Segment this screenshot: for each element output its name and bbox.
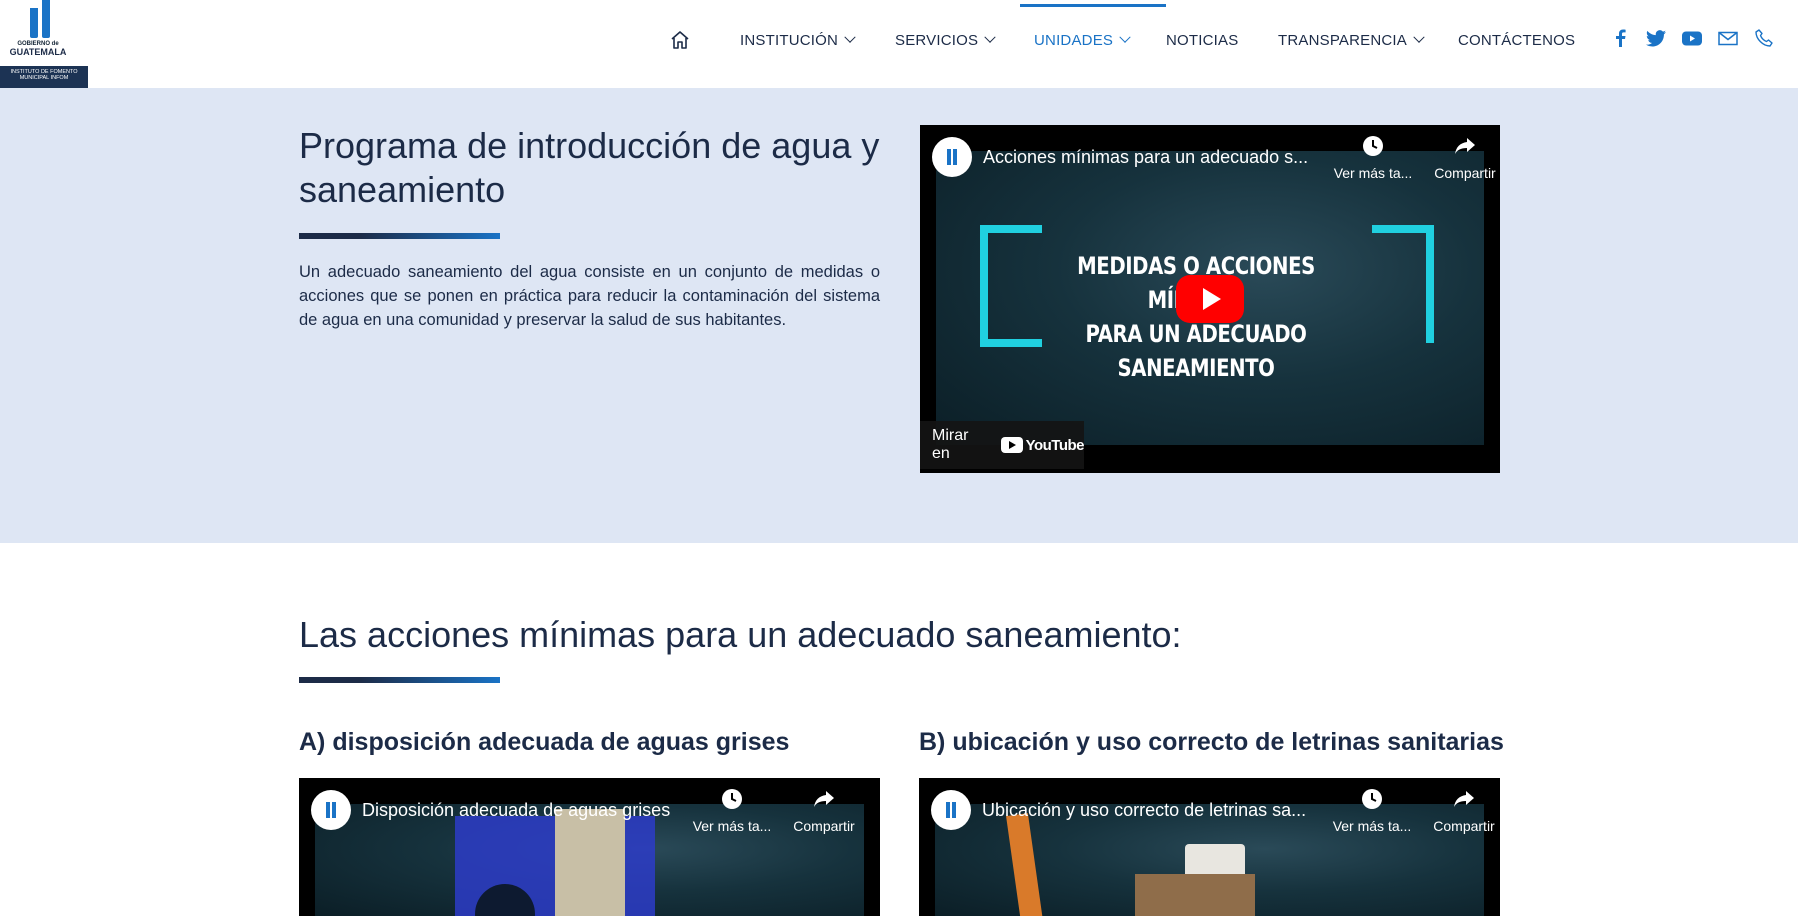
nav-item-transparencia[interactable]: TRANSPARENCIA	[1278, 0, 1458, 80]
nav-label: UNIDADES	[1034, 31, 1114, 49]
video-player-main[interactable]: MEDIDAS O ACCIONES MÍNIMAS PARA UN ADECU…	[920, 125, 1500, 473]
logo-mark: GOBIERNO de GUATEMALA	[0, 0, 88, 66]
share-label: Compartir	[1433, 818, 1495, 834]
channel-avatar[interactable]	[932, 137, 972, 177]
site-logo[interactable]: GOBIERNO de GUATEMALA INSTITUTO DE FOMEN…	[0, 0, 88, 88]
video-title[interactable]: Acciones mínimas para un adecuado s...	[983, 147, 1308, 168]
nav-item-institucion[interactable]: INSTITUCIÓN	[740, 0, 895, 80]
nav-label: NOTICIAS	[1166, 31, 1239, 49]
chevron-down-icon	[1119, 31, 1131, 43]
watch-later-button[interactable]: Ver más ta...	[1328, 135, 1418, 181]
nav-item-servicios[interactable]: SERVICIOS	[895, 0, 1034, 80]
facebook-icon[interactable]	[1610, 28, 1630, 48]
section-title: Las acciones mínimas para un adecuado sa…	[299, 614, 1182, 655]
logo-bars-icon	[28, 0, 52, 38]
share-icon	[1454, 791, 1474, 807]
logo-line2: GUATEMALA	[9, 47, 67, 57]
twitter-icon[interactable]	[1646, 28, 1666, 48]
thumbnail-pillar	[555, 809, 625, 916]
share-button[interactable]: Compartir	[1420, 135, 1500, 181]
share-label: Compartir	[1434, 165, 1496, 181]
frame-text-line2: PARA UN ADECUADO SANEAMIENTO	[1085, 320, 1307, 382]
nav-item-contactenos[interactable]: CONTÁCTENOS	[1458, 0, 1588, 80]
share-button[interactable]: Compartir	[1419, 788, 1500, 834]
watch-later-button[interactable]: Ver más ta...	[687, 788, 777, 834]
frame-bracket-right	[1372, 225, 1434, 343]
watch-later-label: Ver más ta...	[1333, 165, 1413, 181]
chevron-down-icon	[984, 31, 996, 43]
share-icon	[814, 791, 834, 807]
phone-icon[interactable]	[1754, 28, 1774, 48]
nav-item-unidades[interactable]: UNIDADES	[1020, 0, 1166, 80]
logo-subtitle: INSTITUTO DE FOMENTO MUNICIPAL INFOM	[0, 66, 88, 88]
watch-on-label: Mirar en	[932, 427, 969, 462]
page-title: Programa de introducción de agua y sanea…	[299, 125, 880, 210]
watch-on-youtube-button[interactable]: Mirar en YouTube	[920, 421, 1085, 469]
channel-avatar[interactable]	[931, 790, 971, 830]
mail-icon[interactable]	[1718, 28, 1738, 48]
video-title[interactable]: Ubicación y uso correcto de letrinas sa.…	[982, 800, 1306, 821]
youtube-logo-icon: YouTube	[1000, 436, 1085, 454]
main-nav: INSTITUCIÓN SERVICIOS UNIDADES NOTICIAS …	[670, 0, 1588, 80]
video-player-b[interactable]: Ubicación y uso correcto de letrinas sa.…	[919, 778, 1500, 916]
intro-section	[0, 88, 1798, 543]
nav-home[interactable]	[670, 0, 740, 80]
share-icon	[1455, 138, 1475, 154]
share-button[interactable]: Compartir	[779, 788, 869, 834]
thumbnail-latrine	[1135, 874, 1255, 916]
youtube-icon[interactable]	[1682, 28, 1702, 48]
home-icon	[671, 31, 689, 49]
site-header: GOBIERNO de GUATEMALA INSTITUTO DE FOMEN…	[0, 0, 1798, 88]
nav-label: CONTÁCTENOS	[1458, 31, 1576, 49]
social-links	[1610, 28, 1774, 48]
watch-later-label: Ver más ta...	[1332, 818, 1412, 834]
share-label: Compartir	[793, 818, 855, 834]
play-button[interactable]	[1176, 275, 1244, 323]
nav-label: INSTITUCIÓN	[740, 31, 839, 49]
thumbnail-pipe	[1006, 813, 1046, 916]
item-b-title: B) ubicación y uso correcto de letrinas …	[919, 728, 1504, 756]
nav-label: SERVICIOS	[895, 31, 979, 49]
nav-label: TRANSPARENCIA	[1278, 31, 1408, 49]
video-player-a[interactable]: Disposición adecuada de aguas grises Ver…	[299, 778, 880, 916]
frame-bracket-left	[980, 225, 1042, 347]
video-title[interactable]: Disposición adecuada de aguas grises	[362, 800, 670, 821]
clock-icon	[722, 789, 742, 809]
title-divider	[299, 233, 500, 239]
chevron-down-icon	[844, 31, 856, 43]
clock-icon	[1363, 136, 1383, 156]
item-a-title: A) disposición adecuada de aguas grises	[299, 728, 790, 756]
section-divider	[299, 677, 500, 683]
watch-later-button[interactable]: Ver más ta...	[1327, 788, 1417, 834]
intro-description: Un adecuado saneamiento del agua consist…	[299, 263, 880, 329]
watch-later-label: Ver más ta...	[692, 818, 772, 834]
youtube-wordmark: YouTube	[1025, 436, 1085, 454]
nav-item-noticias[interactable]: NOTICIAS	[1166, 0, 1278, 80]
clock-icon	[1362, 789, 1382, 809]
chevron-down-icon	[1413, 31, 1425, 43]
channel-avatar[interactable]	[311, 790, 351, 830]
